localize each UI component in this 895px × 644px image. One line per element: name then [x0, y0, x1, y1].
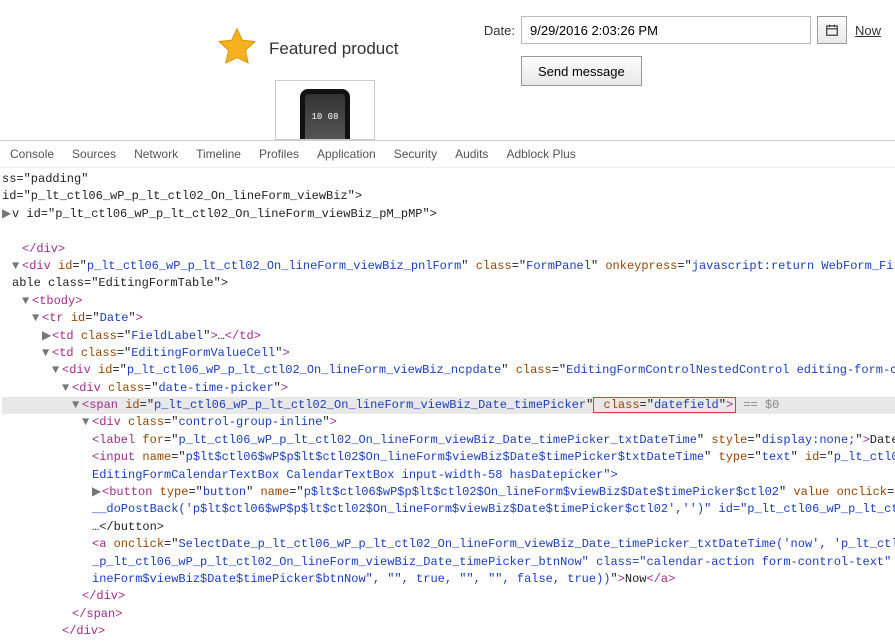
highlighted-attribute: class="datefield">: [593, 397, 736, 413]
send-message-button[interactable]: Send message: [521, 56, 642, 86]
tab-sources[interactable]: Sources: [72, 147, 116, 161]
calendar-button[interactable]: [817, 16, 847, 44]
code-line-selected[interactable]: ▼<span id="p_lt_ctl06_wP_p_lt_ctl02_On_l…: [2, 397, 895, 414]
featured-product-panel: Featured product 10 08: [0, 0, 480, 140]
tab-timeline[interactable]: Timeline: [196, 147, 241, 161]
code-line[interactable]: <input name="p$lt$ctl06$wP$p$lt$ctl02$On…: [2, 449, 895, 466]
code-line[interactable]: ▼<tbody>: [2, 293, 895, 310]
elements-tree[interactable]: ss="padding" id="p_lt_ctl06_wP_p_lt_ctl0…: [0, 168, 895, 644]
code-line[interactable]: ▼<td class="EditingFormValueCell">: [2, 345, 895, 362]
calendar-icon: [825, 23, 839, 37]
code-line[interactable]: …</button>: [2, 519, 895, 536]
code-line[interactable]: ▶<button type="button" name="p$lt$ctl06$…: [2, 484, 895, 501]
tab-security[interactable]: Security: [394, 147, 437, 161]
device-clock: 10 08: [305, 94, 345, 139]
tab-adblock[interactable]: Adblock Plus: [506, 147, 575, 161]
devtools-panel: Console Sources Network Timeline Profile…: [0, 140, 895, 644]
code-line[interactable]: </div>: [2, 588, 895, 605]
date-label: Date:: [480, 23, 515, 38]
code-line[interactable]: able class="EditingFormTable">: [2, 275, 895, 292]
tab-audits[interactable]: Audits: [455, 147, 488, 161]
tab-network[interactable]: Network: [134, 147, 178, 161]
date-input[interactable]: [521, 16, 811, 44]
star-icon: [215, 25, 259, 72]
code-line[interactable]: <a onclick="SelectDate_p_lt_ctl06_wP_p_l…: [2, 536, 895, 553]
code-line[interactable]: EditingFormCalendarTextBox CalendarTextB…: [2, 467, 895, 484]
code-line[interactable]: ▼<div class="date-time-picker">: [2, 380, 895, 397]
code-line[interactable]: </div>: [2, 623, 895, 640]
code-line: [2, 223, 895, 240]
code-line[interactable]: __doPostBack('p$lt$ctl06$wP$p$lt$ctl02$O…: [2, 501, 895, 518]
code-line[interactable]: ▼<div id="p_lt_ctl06_wP_p_lt_ctl02_On_li…: [2, 362, 895, 379]
code-line[interactable]: ss="padding": [2, 171, 895, 188]
code-line[interactable]: ▼<div id="p_lt_ctl06_wP_p_lt_ctl02_On_li…: [2, 258, 895, 275]
code-line[interactable]: ▶v id="p_lt_ctl06_wP_p_lt_ctl02_On_lineF…: [2, 206, 895, 223]
code-line[interactable]: <label for="p_lt_ctl06_wP_p_lt_ctl02_On_…: [2, 432, 895, 449]
tab-application[interactable]: Application: [317, 147, 376, 161]
code-line[interactable]: ▶<td class="FieldLabel">…</td>: [2, 328, 895, 345]
form-panel: Date: Now Send message: [480, 0, 895, 140]
now-link[interactable]: Now: [855, 23, 881, 38]
code-line[interactable]: ▼<tr id="Date">: [2, 310, 895, 327]
code-line[interactable]: id="p_lt_ctl06_wP_p_lt_ctl02_On_lineForm…: [2, 188, 895, 205]
code-line[interactable]: ▼<div class="control-group-inline">: [2, 414, 895, 431]
devtools-tabs: Console Sources Network Timeline Profile…: [0, 141, 895, 168]
code-line[interactable]: ineForm$viewBiz$Date$timePicker$btnNow",…: [2, 571, 895, 588]
code-line[interactable]: _p_lt_ctl06_wP_p_lt_ctl02_On_lineForm_vi…: [2, 554, 895, 571]
code-line[interactable]: </div>: [2, 241, 895, 258]
product-image: 10 08: [275, 80, 375, 140]
tab-profiles[interactable]: Profiles: [259, 147, 299, 161]
featured-title: Featured product: [269, 39, 398, 59]
tab-console[interactable]: Console: [10, 147, 54, 161]
code-line[interactable]: </span>: [2, 606, 895, 623]
